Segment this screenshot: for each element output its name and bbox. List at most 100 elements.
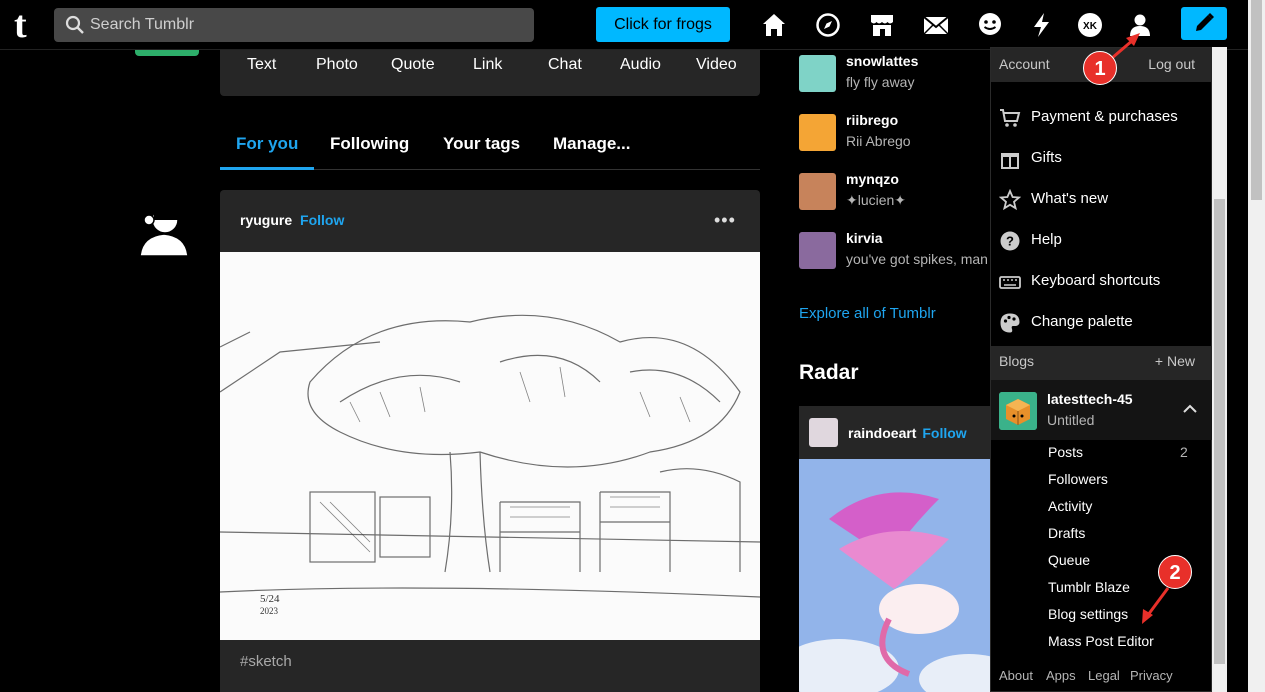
recommended-blog-name[interactable]: riibrego [846, 112, 898, 128]
blog-menu-queue[interactable]: Queue [1048, 552, 1090, 568]
menu-item-help[interactable]: ? Help [999, 227, 1209, 257]
posts-count: 2 [1180, 444, 1188, 460]
shop-icon[interactable] [869, 12, 895, 38]
blog-menu-tumblr-blaze[interactable]: Tumblr Blaze [1048, 579, 1130, 595]
callout-badge: 1 [1083, 51, 1117, 85]
xkit-icon[interactable]: XK [1077, 12, 1103, 38]
radar-author[interactable]: raindoeart [848, 425, 916, 441]
new-blog-button[interactable]: + New [1155, 353, 1195, 369]
activity-icon[interactable] [1029, 12, 1055, 38]
post-type-video[interactable]: Video [696, 56, 737, 74]
post-type-text[interactable]: Text [247, 56, 276, 74]
menu-item-gifts[interactable]: Gifts [999, 145, 1209, 175]
search-input[interactable] [90, 8, 520, 42]
menu-item-label: Keyboard shortcuts [1031, 272, 1161, 289]
blog-menu-drafts[interactable]: Drafts [1048, 525, 1085, 541]
explore-link[interactable]: Explore all of Tumblr [799, 305, 936, 322]
recommended-blog[interactable]: riibrego Rii Abrego [799, 112, 999, 160]
tumblr-logo[interactable]: t [14, 6, 40, 44]
recommended-blog[interactable]: snowlattes fly fly away [799, 53, 999, 101]
recommended-blog-subtitle: fly fly away [846, 74, 915, 90]
radar-follow-button[interactable]: Follow [922, 425, 966, 441]
account-label: Account [999, 56, 1050, 72]
recommended-blog-name[interactable]: kirvia [846, 230, 883, 246]
post-header: ryugure Follow [240, 212, 344, 228]
blogs-label: Blogs [999, 353, 1035, 369]
recommended-blog-name[interactable]: mynqzo [846, 171, 899, 187]
menu-item-keyboard-shortcuts[interactable]: Keyboard shortcuts [999, 268, 1209, 298]
blogs-section-header: Blogs + New [991, 346, 1213, 380]
blog-menu-mass-post-editor[interactable]: Mass Post Editor [1048, 633, 1154, 649]
blog-avatar [799, 232, 836, 269]
radar-image[interactable] [799, 459, 999, 692]
blog-name: latesttech-45 [1047, 391, 1133, 407]
post-type-link[interactable]: Link [473, 56, 502, 74]
radar-title: Radar [799, 361, 859, 384]
blog-menu-followers[interactable]: Followers [1048, 471, 1108, 487]
recommended-blog[interactable]: kirvia you've got spikes, man [799, 230, 999, 278]
cart-icon [1000, 109, 1021, 127]
callout-badge: 2 [1158, 555, 1192, 589]
blog-menu-posts[interactable]: Posts [1048, 444, 1083, 460]
messages-icon[interactable] [977, 12, 1003, 38]
svg-text:?: ? [1006, 234, 1014, 249]
post-type-audio[interactable]: Audio [620, 56, 661, 74]
menu-item-label: Help [1031, 231, 1062, 248]
user-avatar[interactable] [134, 198, 194, 256]
inbox-icon[interactable] [923, 12, 949, 38]
tab-for-you[interactable]: For you [236, 134, 298, 154]
footer-legal-link[interactable]: Legal [1088, 668, 1120, 683]
blog-menu-activity[interactable]: Activity [1048, 498, 1092, 514]
search-box[interactable] [54, 8, 534, 42]
home-icon[interactable] [761, 12, 787, 38]
tab-your-tags[interactable]: Your tags [443, 134, 520, 154]
recommended-blog-subtitle: Rii Abrego [846, 133, 911, 149]
logout-link[interactable]: Log out [1148, 56, 1195, 72]
post-type-quote[interactable]: Quote [391, 56, 435, 74]
svg-text:2023: 2023 [260, 606, 279, 616]
feed-tabs: For you Following Your tags Manage... [220, 120, 760, 170]
tab-manage[interactable]: Manage... [553, 134, 630, 154]
blog-avatar [999, 392, 1037, 430]
recommended-blog-subtitle: ✦lucien✦ [846, 192, 907, 208]
blog-tab-indicator [135, 50, 199, 56]
post-card: ryugure Follow ••• 5/24 2023 #sketch [220, 190, 760, 692]
radar-card: raindoeart Follow [799, 406, 999, 692]
menu-scrollbar[interactable] [1212, 47, 1227, 692]
post-type-chat[interactable]: Chat [548, 56, 582, 74]
menu-item-whats-new[interactable]: What's new [999, 186, 1209, 216]
recommended-blog-name[interactable]: snowlattes [846, 53, 918, 69]
top-bar: t Click for frogs XK [0, 0, 1248, 50]
post-menu-button[interactable]: ••• [714, 210, 736, 231]
blog-menu-blog-settings[interactable]: Blog settings [1048, 606, 1128, 622]
blog-avatar [799, 173, 836, 210]
post-follow-button[interactable]: Follow [300, 212, 344, 228]
menu-item-change-palette[interactable]: Change palette [999, 309, 1209, 339]
menu-item-label: Payment & purchases [1031, 108, 1178, 125]
star-icon [999, 189, 1021, 211]
keyboard-icon [999, 276, 1021, 289]
post-tag[interactable]: #sketch [240, 653, 292, 670]
pencil-icon [1196, 13, 1214, 31]
post-author[interactable]: ryugure [240, 212, 292, 228]
explore-icon[interactable] [815, 12, 841, 38]
footer-privacy-link[interactable]: Privacy [1130, 668, 1173, 683]
recommended-blog-subtitle: you've got spikes, man [846, 251, 988, 267]
recommended-blog[interactable]: mynqzo ✦lucien✦ [799, 171, 999, 219]
compose-button[interactable] [1181, 7, 1227, 40]
menu-scrollbar-thumb[interactable] [1214, 199, 1225, 664]
chevron-up-icon[interactable] [1183, 404, 1197, 414]
page-scrollbar-thumb[interactable] [1251, 0, 1262, 200]
page-scrollbar[interactable] [1248, 0, 1265, 692]
svg-text:XK: XK [1083, 21, 1098, 32]
menu-item-payment[interactable]: Payment & purchases [999, 104, 1209, 134]
blog-entry[interactable]: latesttech-45 Untitled [991, 380, 1213, 440]
tab-following[interactable]: Following [330, 134, 409, 154]
account-icon[interactable] [1127, 12, 1153, 38]
post-image[interactable]: 5/24 2023 [220, 252, 760, 640]
footer-apps-link[interactable]: Apps [1046, 668, 1076, 683]
post-type-photo[interactable]: Photo [316, 56, 358, 74]
frogs-button[interactable]: Click for frogs [596, 7, 730, 42]
radar-avatar[interactable] [809, 418, 838, 447]
footer-about-link[interactable]: About [999, 668, 1033, 683]
